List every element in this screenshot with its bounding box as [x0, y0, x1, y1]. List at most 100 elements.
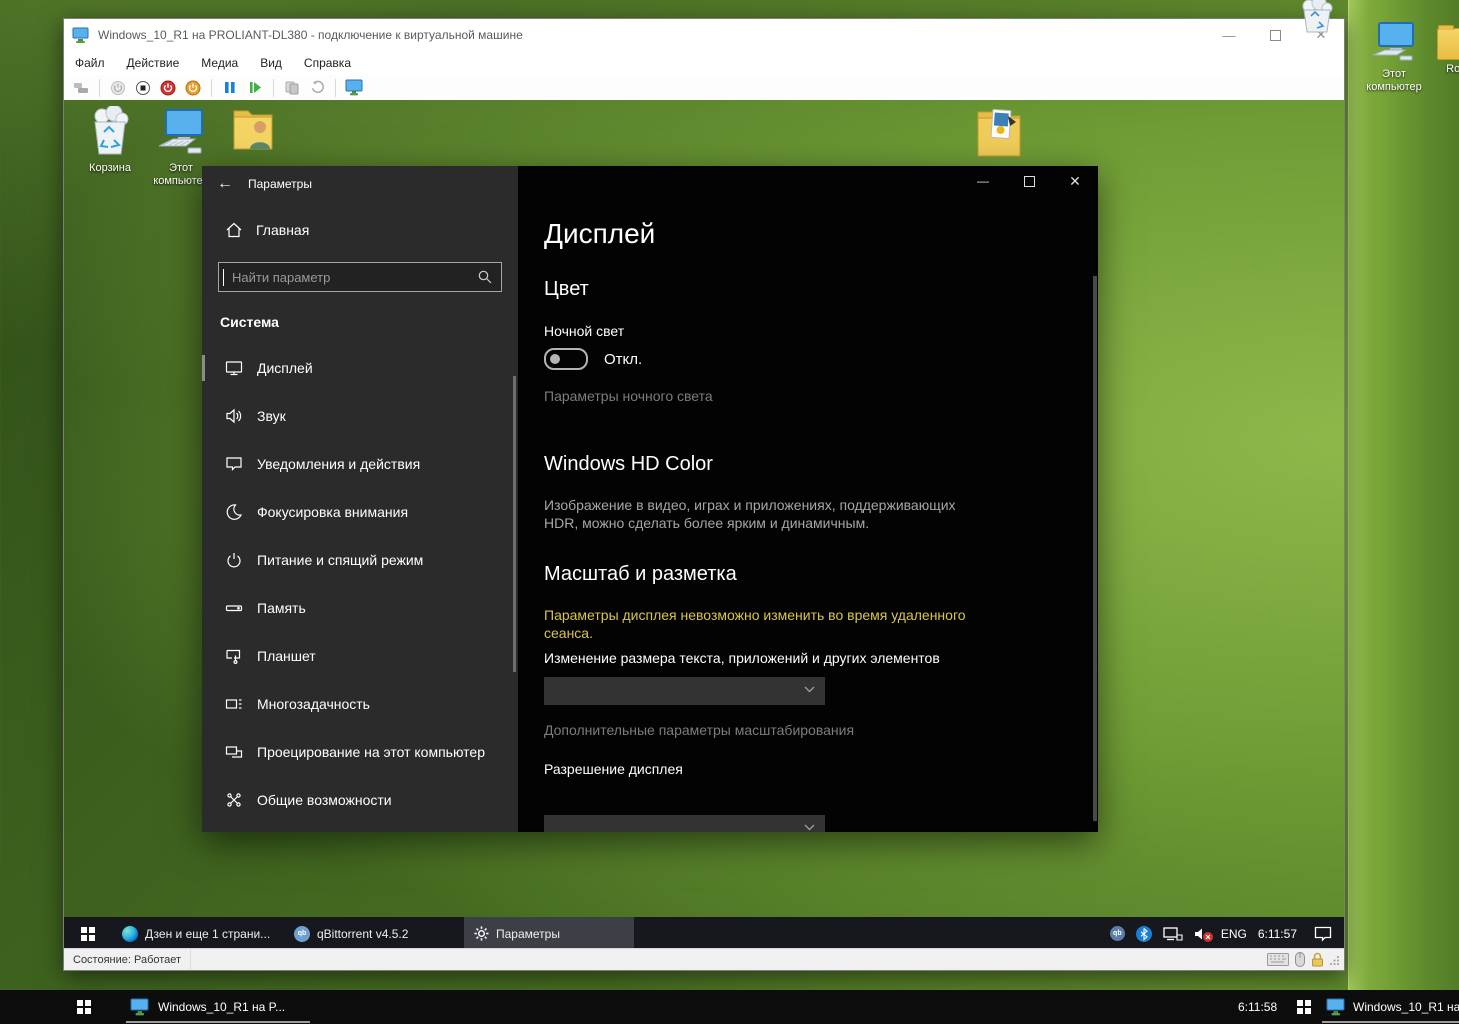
scale-label: Изменение размера текста, приложений и д…	[544, 650, 940, 666]
menu-action[interactable]: Действие	[116, 53, 191, 73]
vm-toolbar	[64, 75, 1344, 101]
host-start-button[interactable]	[60, 990, 108, 1024]
sidebar-item-tablet[interactable]: Планшет	[202, 632, 518, 680]
vm-system-tray: qb ENG 6:11:57	[1110, 917, 1344, 950]
vm-start-button[interactable]	[64, 917, 112, 950]
bluetooth-icon[interactable]	[1136, 926, 1152, 942]
turn-off-icon[interactable]	[134, 79, 152, 97]
advanced-scaling-link[interactable]: Дополнительные параметры масштабирования	[544, 722, 854, 738]
edge-browser-icon	[122, 926, 138, 942]
host-this-pc-label-1: Этот	[1382, 68, 1406, 80]
nav-label: Общие возможности	[257, 792, 392, 808]
night-light-settings-link[interactable]: Параметры ночного света	[544, 388, 713, 404]
settings-minimize-button[interactable]: —	[960, 166, 1006, 196]
night-light-label: Ночной свет	[544, 323, 624, 339]
host-task-indicator	[126, 1021, 310, 1023]
menu-view[interactable]: Вид	[249, 53, 293, 73]
vm-minimize-button[interactable]: —	[1206, 20, 1252, 50]
settings-close-button[interactable]: ✕	[1052, 166, 1098, 196]
host-start-button-2[interactable]	[1284, 990, 1324, 1024]
nav-label: Многозадачность	[257, 696, 370, 712]
sidebar-item-home[interactable]: Главная	[202, 202, 518, 248]
sidebar-item-sound[interactable]: Звук	[202, 392, 518, 440]
vm-window-titlebar[interactable]: Windows_10_R1 на PROLIANT-DL380 - подклю…	[64, 19, 1344, 51]
vm-clock[interactable]: 6:11:57	[1258, 927, 1297, 941]
projecting-icon	[224, 742, 244, 762]
back-icon[interactable]: ←	[202, 175, 248, 193]
sidebar-item-notifications[interactable]: Уведомления и действия	[202, 440, 518, 488]
search-icon[interactable]	[477, 269, 493, 285]
volume-muted-icon[interactable]	[1194, 927, 1210, 941]
chevron-down-icon	[804, 686, 815, 693]
host-clock[interactable]: 6:11:58	[1238, 1000, 1277, 1014]
host-task-indicator	[1322, 1021, 1459, 1023]
nav-label: Проецирование на этот компьютер	[257, 744, 485, 760]
storage-icon	[224, 598, 244, 618]
host-task-vm-window-2[interactable]: Windows_10_R1 на P...	[1326, 990, 1459, 1024]
sidebar-item-focus-assist[interactable]: Фокусировка внимания	[202, 488, 518, 536]
taskbar-task-settings[interactable]: Параметры	[464, 917, 634, 950]
sidebar-item-multitasking[interactable]: Многозадачность	[202, 680, 518, 728]
vm-this-pc-label-1: Этот	[169, 162, 193, 174]
revert-icon	[308, 79, 326, 97]
settings-content: — ✕ Дисплей Цвет Ночной свет Откл. Парам…	[518, 166, 1098, 832]
lock-status-icon	[1311, 952, 1324, 967]
sidebar-item-display[interactable]: Дисплей	[202, 344, 518, 392]
save-state-icon[interactable]	[184, 79, 202, 97]
qbittorrent-icon: qb	[294, 926, 310, 942]
content-scrollbar[interactable]	[1093, 276, 1097, 821]
scale-dropdown[interactable]	[544, 677, 825, 705]
network-icon[interactable]	[1163, 926, 1183, 942]
page-title: Дисплей	[544, 218, 655, 250]
taskbar-task-qbittorrent[interactable]: qb qBittorrent v4.5.2	[284, 917, 464, 950]
vm-status-text: Состояние: Работает	[64, 949, 191, 970]
power-icon	[224, 550, 244, 570]
host-folder-icon[interactable]: Ror	[1435, 22, 1459, 76]
shut-down-icon[interactable]	[159, 79, 177, 97]
notifications-icon	[224, 454, 244, 474]
ctrl-alt-del-icon[interactable]	[72, 79, 90, 97]
settings-search-box[interactable]	[218, 262, 502, 292]
enhanced-session-icon[interactable]	[345, 79, 363, 97]
sidebar-item-power-sleep[interactable]: Питание и спящий режим	[202, 536, 518, 584]
menu-help[interactable]: Справка	[293, 53, 362, 73]
menu-file[interactable]: Файл	[64, 53, 116, 73]
taskbar-task-edge[interactable]: Дзен и еще 1 страни...	[112, 917, 284, 950]
settings-maximize-button[interactable]	[1006, 166, 1052, 196]
action-center-icon[interactable]	[1314, 926, 1332, 942]
night-light-toggle[interactable]	[544, 348, 588, 370]
resume-icon[interactable]	[246, 79, 264, 97]
nav-label: Уведомления и действия	[257, 456, 420, 472]
vm-pictures-folder-icon[interactable]	[974, 104, 1024, 165]
gear-icon	[474, 926, 489, 941]
menu-media[interactable]: Медиа	[190, 53, 249, 73]
sound-icon	[224, 406, 244, 426]
mouse-status-icon	[1295, 952, 1305, 967]
this-pc-monitor-icon	[1371, 22, 1417, 62]
host-taskbar: Windows_10_R1 на P... 6:11:58 Windows_10…	[0, 990, 1459, 1024]
chevron-down-icon	[804, 824, 815, 831]
hdr-heading: Windows HD Color	[544, 453, 713, 476]
vm-maximize-button[interactable]	[1252, 20, 1298, 50]
search-input[interactable]	[223, 269, 477, 286]
host-recycle-bin-icon[interactable]	[1297, 0, 1337, 39]
power-disabled-icon	[109, 79, 127, 97]
language-indicator[interactable]: ENG	[1221, 927, 1247, 941]
host-this-pc-icon[interactable]: Этот компьютер	[1361, 22, 1427, 94]
sidebar-scrollbar[interactable]	[513, 376, 516, 672]
sidebar-item-projecting[interactable]: Проецирование на этот компьютер	[202, 728, 518, 776]
vm-recycle-bin-icon[interactable]: Корзина	[77, 106, 143, 175]
vm-user-folder-icon[interactable]	[230, 105, 276, 158]
shared-experiences-icon	[224, 790, 244, 810]
multitasking-icon	[224, 694, 244, 714]
host-task-vm-window[interactable]: Windows_10_R1 на P...	[130, 990, 285, 1024]
vm-app-icon	[130, 998, 150, 1016]
resolution-dropdown[interactable]	[544, 815, 825, 832]
windows-logo-icon	[1297, 1000, 1311, 1014]
tray-qbittorrent-icon[interactable]: qb	[1110, 926, 1125, 941]
remote-session-warning: Параметры дисплея невозможно изменить во…	[544, 606, 979, 642]
sidebar-item-shared-experiences[interactable]: Общие возможности	[202, 776, 518, 824]
resize-grip[interactable]	[1330, 955, 1340, 965]
pause-icon[interactable]	[221, 79, 239, 97]
sidebar-item-storage[interactable]: Память	[202, 584, 518, 632]
